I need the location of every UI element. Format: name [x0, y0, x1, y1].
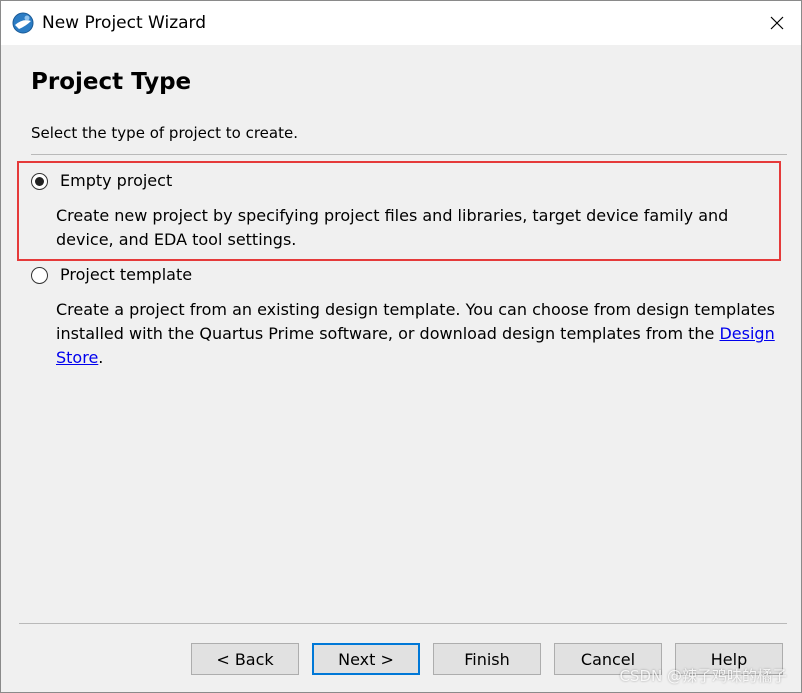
project-template-option[interactable]: Project template	[31, 263, 192, 287]
close-icon	[770, 16, 784, 30]
top-divider	[31, 154, 787, 155]
template-description-text: Create a project from an existing design…	[56, 300, 775, 343]
bottom-divider	[19, 623, 787, 624]
project-template-label: Project template	[60, 265, 193, 284]
empty-project-radio[interactable]	[31, 172, 48, 190]
window-title: New Project Wizard	[42, 13, 207, 33]
project-template-description: Create a project from an existing design…	[56, 298, 781, 370]
title-bar: New Project Wizard	[1, 1, 801, 45]
quartus-app-icon	[12, 12, 34, 34]
finish-button[interactable]: Finish	[433, 643, 541, 675]
empty-project-description: Create new project by specifying project…	[56, 206, 729, 249]
template-description-period: .	[98, 348, 104, 367]
watermark: CSDN @辣子鸡味的橘子	[619, 667, 787, 685]
empty-project-label: Empty project	[60, 171, 173, 190]
instructions-text: Select the type of project to create.	[31, 124, 298, 142]
project-template-radio[interactable]	[31, 266, 48, 284]
close-button[interactable]	[753, 1, 801, 45]
wizard-window: New Project Wizard Project Type Select t…	[0, 0, 802, 693]
empty-project-option[interactable]: Empty project	[31, 169, 172, 193]
back-button[interactable]: < Back	[191, 643, 299, 675]
page-title: Project Type	[31, 69, 192, 95]
next-button[interactable]: Next >	[312, 643, 420, 675]
